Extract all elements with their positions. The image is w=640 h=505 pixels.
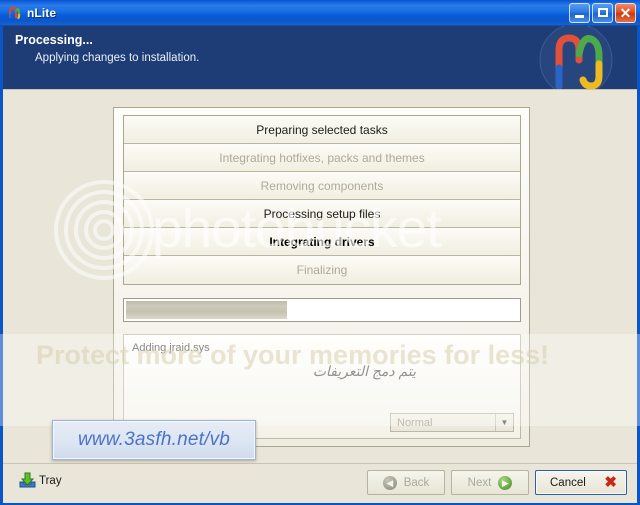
cancel-button-label: Cancel bbox=[550, 476, 586, 489]
window-controls: ✕ bbox=[569, 3, 636, 23]
task-row: Integrating hotfixes, packs and themes bbox=[124, 144, 520, 172]
close-icon: ✕ bbox=[619, 5, 632, 21]
log-annotation: يتم دمج التعريفات bbox=[312, 363, 416, 379]
back-button[interactable]: ◀ Back bbox=[367, 470, 445, 495]
title-bar[interactable]: nLite ✕ bbox=[0, 0, 640, 26]
maximize-icon bbox=[598, 8, 608, 17]
processing-panel: Preparing selected tasks Integrating hotf… bbox=[113, 107, 530, 447]
tray-button-label: Tray bbox=[39, 474, 62, 487]
task-list: Preparing selected tasks Integrating hotf… bbox=[123, 115, 521, 285]
close-x-icon: ✖ bbox=[604, 473, 617, 491]
nlite-window: nLite ✕ Processing... Applying changes t… bbox=[0, 0, 640, 505]
nlite-logo bbox=[521, 26, 631, 89]
navigation-buttons: ◀ Back Next ▶ Cancel ✖ bbox=[367, 470, 627, 495]
site-watermark-text: www.3asfh.net/vb bbox=[77, 429, 231, 450]
task-row: Finalizing bbox=[124, 256, 520, 284]
back-button-label: Back bbox=[403, 476, 430, 489]
nlite-logo-icon bbox=[6, 5, 22, 21]
maximize-button[interactable] bbox=[592, 3, 613, 23]
task-row: Integrating drivers bbox=[124, 228, 520, 256]
task-row: Removing components bbox=[124, 172, 520, 200]
footer-bar: Tray ◀ Back Next ▶ Cancel ✖ bbox=[3, 463, 637, 503]
site-watermark: www.3asfh.net/vb bbox=[52, 420, 256, 460]
header-band: Processing... Applying changes to instal… bbox=[3, 26, 637, 89]
title-bar-left: nLite bbox=[6, 0, 56, 26]
arrow-right-icon: ▶ bbox=[498, 475, 513, 490]
page-subtitle: Applying changes to installation. bbox=[35, 52, 200, 64]
window-title: nLite bbox=[27, 6, 57, 20]
priority-dropdown[interactable]: Normal ▼ bbox=[390, 413, 514, 432]
priority-dropdown-value: Normal bbox=[397, 416, 433, 429]
cancel-button[interactable]: Cancel ✖ bbox=[535, 470, 627, 495]
next-button-label: Next bbox=[467, 476, 492, 489]
minimize-button[interactable] bbox=[569, 3, 590, 23]
tray-icon bbox=[19, 472, 36, 489]
chevron-down-icon: ▼ bbox=[495, 414, 513, 431]
body-area: Preparing selected tasks Integrating hotf… bbox=[3, 89, 637, 464]
task-row: Preparing selected tasks bbox=[124, 116, 520, 144]
close-button[interactable]: ✕ bbox=[615, 3, 636, 23]
minimize-icon bbox=[575, 15, 584, 18]
arrow-left-icon: ◀ bbox=[382, 475, 397, 490]
task-row: Processing setup files bbox=[124, 200, 520, 228]
progress-bar-fill bbox=[126, 301, 287, 319]
page-title: Processing... bbox=[15, 33, 93, 47]
next-button[interactable]: Next ▶ bbox=[451, 470, 529, 495]
log-current-line: Adding jraid.sys bbox=[132, 342, 210, 354]
progress-bar bbox=[123, 298, 521, 322]
tray-button[interactable]: Tray bbox=[19, 472, 62, 489]
